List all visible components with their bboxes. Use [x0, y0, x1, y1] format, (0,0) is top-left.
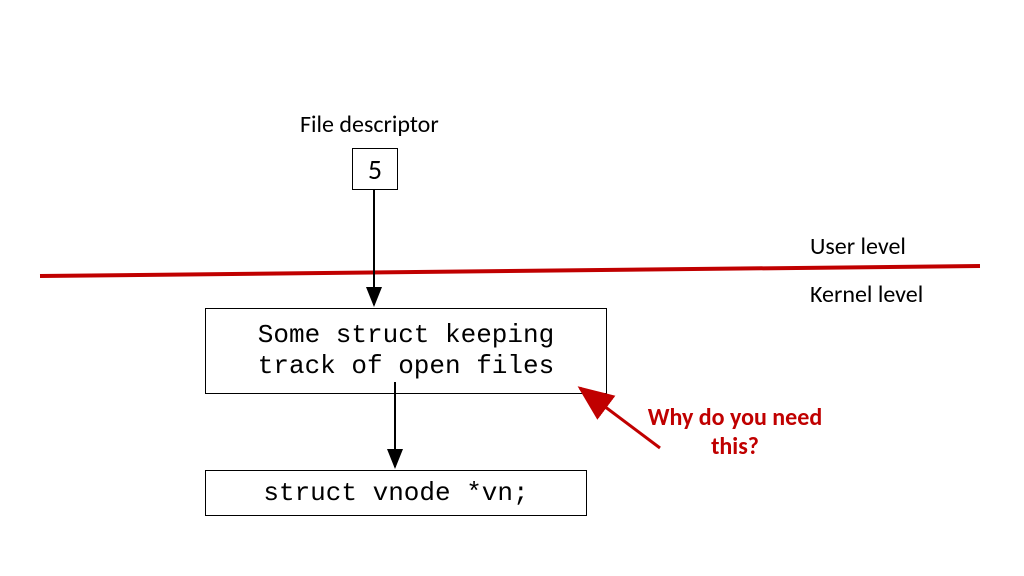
file-descriptor-box: 5 — [352, 148, 398, 190]
kernel-level-label: Kernel level — [810, 280, 923, 309]
annotation-why-text: Why do you need this? — [620, 404, 850, 462]
vnode-struct-box: struct vnode *vn; — [205, 470, 587, 516]
open-files-struct-text: Some struct keeping track of open files — [258, 320, 554, 382]
vnode-struct-text: struct vnode *vn; — [263, 478, 528, 508]
user-level-label: User level — [810, 232, 906, 261]
open-files-struct-box: Some struct keeping track of open files — [205, 308, 607, 394]
file-descriptor-value: 5 — [368, 152, 382, 187]
file-descriptor-label: File descriptor — [300, 110, 439, 139]
user-kernel-separator-line — [40, 266, 980, 276]
